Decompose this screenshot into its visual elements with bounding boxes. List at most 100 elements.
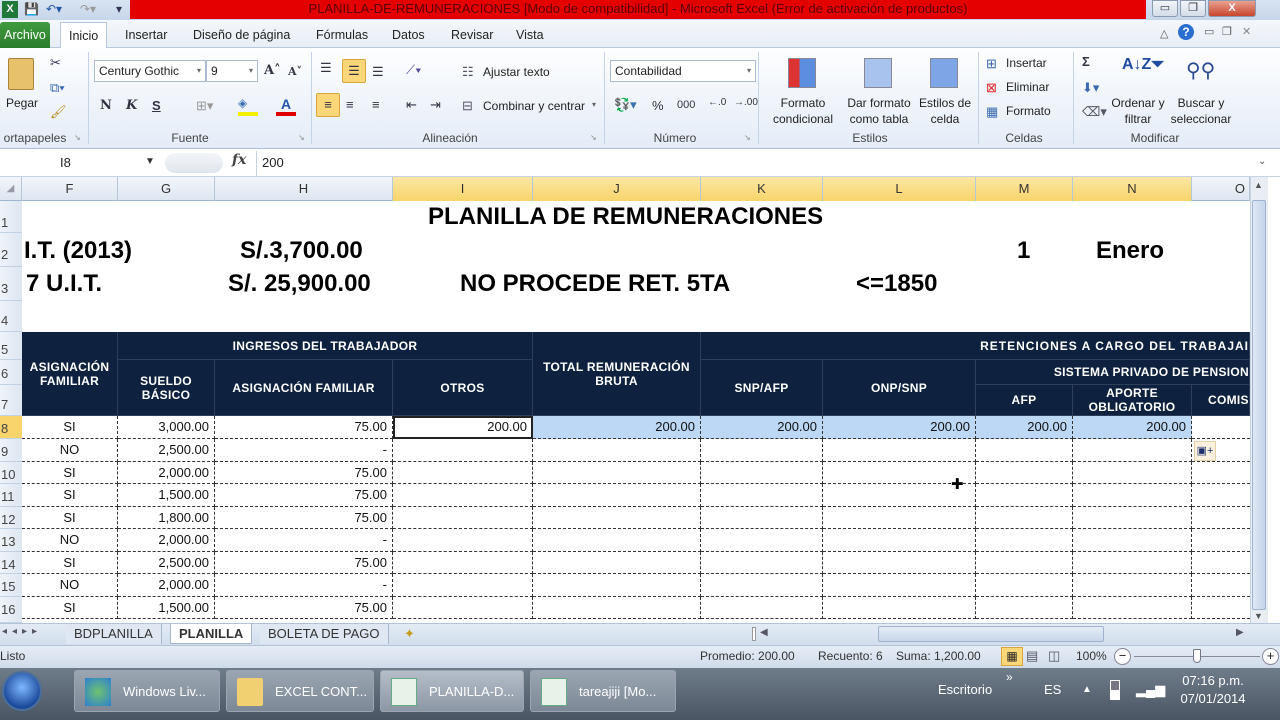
clipboard-launcher-icon[interactable]: ↘ [74,133,81,142]
row-header-9[interactable]: 9 [0,439,22,462]
aporte-cell[interactable] [1073,461,1192,484]
find-select-icon[interactable]: ⚲⚲ [1186,58,1215,83]
merge-center-icon[interactable]: ⊟ [462,98,473,114]
onp-snp-cell[interactable] [823,439,976,462]
align-top-icon[interactable]: ☰ [320,60,332,76]
shrink-font-icon[interactable]: A˅ [288,65,302,78]
total-cell[interactable] [533,439,701,462]
asignacion-monto-cell[interactable]: 75.00 [215,506,393,529]
otros-cell[interactable] [393,551,533,574]
asignacion-monto-cell[interactable]: 75.00 [215,484,393,507]
afp-cell[interactable] [976,529,1073,552]
asignacion-cell[interactable]: SI [22,596,118,619]
alignment-launcher-icon[interactable]: ↘ [590,133,597,142]
format-as-table-icon[interactable] [864,58,892,88]
tab-inicio[interactable]: Inicio [60,22,108,49]
snp-afp-cell[interactable] [701,461,823,484]
font-name-select[interactable]: Century Gothic ▾ [94,60,206,82]
horizontal-scroll-thumb[interactable] [878,626,1104,642]
name-box-dropdown-icon[interactable]: ▼ [145,156,155,167]
zoom-slider-thumb[interactable] [1193,649,1201,663]
wrap-text-button[interactable]: Ajustar texto [483,65,550,79]
sheet-tab-planilla[interactable]: PLANILLA [170,624,253,644]
increase-decimal-icon[interactable]: ←.0 [708,97,726,108]
aporte-cell[interactable] [1073,596,1192,619]
total-cell[interactable] [533,551,701,574]
total-cell[interactable] [533,461,701,484]
paste-icon[interactable] [8,58,34,90]
row-header-14[interactable]: 14 [0,551,22,574]
snp-afp-cell[interactable]: 200.00 [701,416,823,439]
doc-restore-icon[interactable]: ❐ [1222,25,1232,38]
total-cell[interactable]: 200.00 [533,416,701,439]
onp-snp-cell[interactable] [823,529,976,552]
doc-minimize-icon[interactable]: ▭ [1204,25,1214,38]
asignacion-cell[interactable]: NO [22,529,118,552]
merge-center-button[interactable]: Combinar y centrar [483,99,585,113]
aporte-cell[interactable]: 200.00 [1073,416,1192,439]
asignacion-monto-cell[interactable]: - [215,574,393,597]
asignacion-monto-cell[interactable]: 75.00 [215,416,393,439]
decrease-indent-icon[interactable]: ⇤ [406,97,417,113]
scroll-left-icon[interactable]: ◀ [760,627,768,638]
row-header-15[interactable]: 15 [0,574,22,597]
merge-dropdown-icon[interactable]: ▾ [592,100,596,109]
scroll-up-icon[interactable]: ▲ [1254,180,1263,190]
align-center-icon[interactable]: ≡ [346,97,354,112]
column-header-h[interactable]: H [215,177,393,201]
delete-cells-icon[interactable]: ⊠ [986,80,997,96]
asignacion-monto-cell[interactable]: 75.00 [215,461,393,484]
copy-icon[interactable]: ⧉▾ [50,80,65,96]
delete-cells-button[interactable]: Eliminar [1006,80,1049,94]
close-button[interactable]: X [1208,0,1256,17]
show-hidden-icons[interactable]: ▲ [1082,684,1092,695]
sueldo-cell[interactable]: 2,500.00 [118,551,215,574]
onp-snp-cell[interactable] [823,506,976,529]
comision-cell[interactable] [1192,529,1250,552]
fill-color-icon[interactable]: ◈ [238,96,258,116]
column-header-k[interactable]: K [701,177,823,201]
percent-button[interactable]: % [652,98,664,113]
tab-vista[interactable]: Vista [508,22,552,48]
sueldo-cell[interactable]: 1,500.00 [118,596,215,619]
italic-button[interactable]: K [126,98,137,113]
page-layout-view-button[interactable]: ▤ [1026,648,1038,664]
increase-indent-icon[interactable]: ⇥ [430,97,441,113]
select-all-button[interactable]: ◢ [0,177,22,201]
afp-cell[interactable] [976,596,1073,619]
afp-cell[interactable] [976,484,1073,507]
asignacion-cell[interactable]: SI [22,484,118,507]
vertical-scroll-thumb[interactable] [1252,200,1266,610]
borders-icon[interactable]: ⊞▾ [196,98,213,114]
otros-cell[interactable] [393,506,533,529]
aporte-cell[interactable] [1073,484,1192,507]
column-header-i[interactable]: I [393,177,533,201]
otros-cell[interactable]: 200.00 [393,416,533,439]
fill-icon[interactable]: ⬇▾ [1082,80,1099,96]
font-color-icon[interactable]: A [276,96,296,116]
otros-cell[interactable] [393,439,533,462]
sueldo-cell[interactable]: 1,500.00 [118,484,215,507]
save-icon[interactable]: 💾 [24,1,39,18]
expand-formula-bar-icon[interactable]: ⌄ [1258,156,1266,167]
wrap-text-icon[interactable]: ☷ [462,64,474,80]
asignacion-monto-cell[interactable]: - [215,529,393,552]
insert-function-button[interactable]: fx [232,152,246,168]
tab-datos[interactable]: Datos [384,22,433,48]
format-as-table-button[interactable]: Dar formato como tabla [842,95,916,127]
conditional-format-button[interactable]: Formato condicional [766,95,840,127]
paste-button[interactable]: Pegar [6,96,38,110]
row-header-16[interactable]: 16 [0,596,22,623]
snp-afp-cell[interactable] [701,439,823,462]
sueldo-cell[interactable]: 2,500.00 [118,439,215,462]
row-header-8[interactable]: 8 [0,416,22,439]
asignacion-cell[interactable]: NO [22,439,118,462]
column-header-g[interactable]: G [118,177,215,201]
find-select-button[interactable]: Buscar y seleccionar [1166,95,1236,127]
comision-cell[interactable] [1192,507,1250,529]
taskbar-item-tareajiji[interactable]: tareajiji [Mo... [530,670,676,712]
currency-icon[interactable]: 💱▾ [614,97,637,113]
number-launcher-icon[interactable]: ↘ [744,133,751,142]
font-launcher-icon[interactable]: ↘ [298,133,305,142]
asignacion-cell[interactable]: SI [22,506,118,529]
